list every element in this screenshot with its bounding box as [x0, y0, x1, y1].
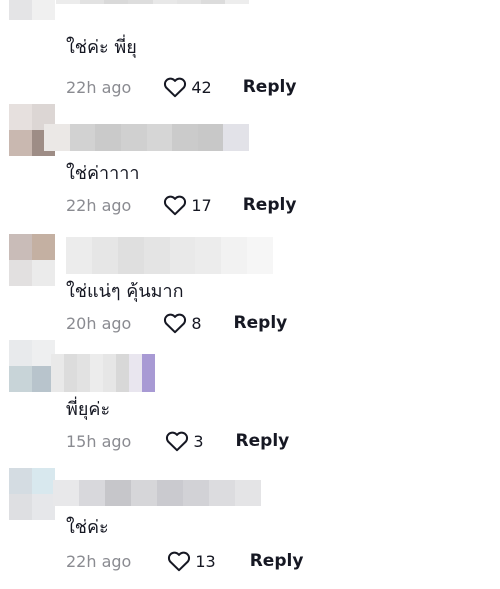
like-button[interactable]: 13 — [167, 550, 216, 572]
avatar[interactable] — [9, 0, 55, 20]
avatar-pixel — [9, 104, 32, 130]
comment-text: ใช่ค่ะ — [66, 517, 109, 538]
avatar[interactable] — [9, 234, 55, 286]
heart-icon[interactable] — [167, 550, 191, 572]
avatar-pixel — [32, 494, 55, 520]
timestamp: 22h ago — [66, 551, 132, 571]
comment-item: ใช่ค่ะ 22h ago 13 Reply — [0, 424, 500, 572]
comment-text: พี่ยุค่ะ — [66, 399, 111, 420]
username-blurred[interactable] — [56, 0, 249, 4]
like-count: 13 — [195, 551, 216, 571]
username-blurred[interactable] — [44, 124, 249, 151]
avatar-pixel — [9, 366, 32, 392]
avatar-pixel — [9, 0, 32, 20]
avatar-pixel — [32, 468, 55, 494]
avatar-pixel — [9, 234, 32, 260]
comment-text: ใช่ค่ะ พี่ยุ — [66, 37, 137, 58]
avatar-pixel — [9, 494, 32, 520]
comment-item: พี่ยุค่ะ 15h ago 3 Reply — [0, 306, 500, 452]
avatar[interactable] — [9, 340, 55, 392]
avatar-pixel — [9, 260, 32, 286]
comment-item: ใช่ค่ะ พี่ยุ 22h ago 42 Reply — [0, 0, 500, 98]
avatar-pixel — [9, 130, 32, 156]
username-blurred[interactable] — [53, 480, 261, 506]
comment-item: ใช่ค่าาาา 22h ago 17 Reply — [0, 70, 500, 216]
avatar-pixel — [32, 234, 55, 260]
comment-text: ใช่แน่ๆ คุ้นมาก — [66, 281, 184, 302]
avatar-pixel — [9, 340, 32, 366]
username-blurred[interactable] — [66, 237, 273, 274]
avatar[interactable] — [9, 468, 55, 520]
avatar-pixel — [32, 260, 55, 286]
avatar-pixel — [9, 468, 32, 494]
avatar-pixel — [32, 0, 55, 20]
username-blurred[interactable] — [51, 354, 155, 392]
comment-meta: 22h ago 13 Reply — [66, 549, 303, 573]
comment-text: ใช่ค่าาาา — [66, 163, 140, 184]
reply-button[interactable]: Reply — [250, 551, 304, 571]
comment-item: ใช่แน่ๆ คุ้นมาก 20h ago 8 Reply — [0, 188, 500, 334]
